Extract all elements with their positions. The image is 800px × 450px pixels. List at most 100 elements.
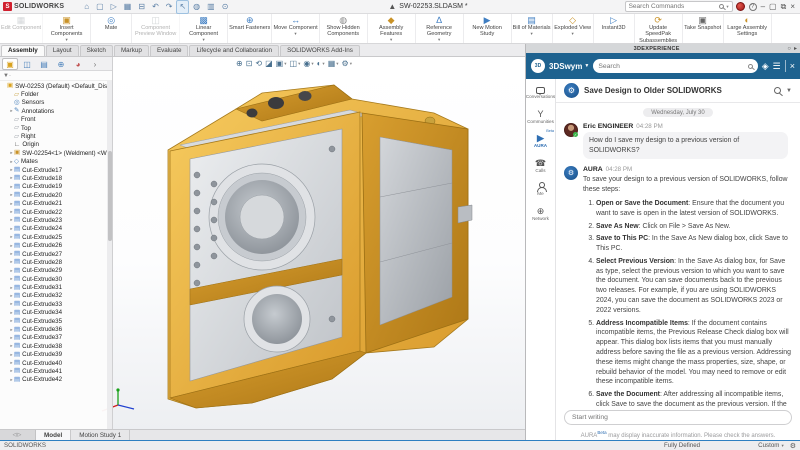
open-document-icon[interactable]: ▷ [108,0,120,14]
tree-item-cut-extrude23[interactable]: ▸▤Cut-Extrude23 [0,216,112,224]
tree-item-cut-extrude31[interactable]: ▸▤Cut-Extrude31 [0,283,112,291]
dimxpertmanager-tab[interactable]: ⊕ [53,58,69,70]
help-icon[interactable]: ? [749,3,757,11]
ribbon-button-linear-component-pattern[interactable]: ▩Linear Component Pattern▾ [180,14,228,43]
tree-item-cut-extrude41[interactable]: ▸▤Cut-Extrude41 [0,367,112,375]
ribbon-button-assembly-features[interactable]: ◆Assembly Features▾ [368,14,416,43]
unit-system-selector[interactable]: Custom ▾ [758,442,784,449]
tab-evaluate[interactable]: Evaluate [150,45,189,56]
tab-markup[interactable]: Markup [114,45,149,56]
redo-icon[interactable]: ↷ [163,0,176,14]
tree-item-cut-extrude27[interactable]: ▸▤Cut-Extrude27 [0,250,112,258]
rebuild-icon[interactable]: ◍ [190,0,203,14]
zoom-to-area-icon[interactable]: ⊡ [246,59,253,68]
expand-panel-tabs-icon[interactable]: › [87,58,103,70]
rail-item-conversations[interactable]: Conversations [526,87,555,100]
tab-lifecycle-and-collaboration[interactable]: Lifecycle and Collaboration [189,45,279,56]
rail-item-network[interactable]: ⊕Network [526,206,555,222]
rail-item-communities[interactable]: YCommunities [526,109,555,125]
tree-item-front[interactable]: ▱Front [0,116,112,124]
tree-scrollbar[interactable] [107,81,112,429]
hide-show-items-icon[interactable]: ◉▾ [303,59,313,68]
tree-item-cut-extrude34[interactable]: ▸▤Cut-Extrude34 [0,309,112,317]
tree-item-sw-02253-default-default-displ[interactable]: ▣SW-02253 (Default) <Default_Displ [0,82,112,90]
tree-item-cut-extrude28[interactable]: ▸▤Cut-Extrude28 [0,258,112,266]
tree-item-mates[interactable]: ▸◇Mates [0,158,112,166]
options-gear-icon[interactable]: ⚙ [790,442,796,450]
tree-item-cut-extrude35[interactable]: ▸▤Cut-Extrude35 [0,317,112,325]
tab-scroll-controls[interactable]: ◁▷ [0,430,36,440]
panel-undock-icon[interactable]: ○ [787,46,791,52]
panel-search-input[interactable] [598,63,744,70]
tree-item-sw-02254-1-weldment-w[interactable]: ▸▣SW-02254<1> (Weldment) <W [0,149,112,157]
edit-appearance-icon[interactable]: ◐▾ [317,59,325,68]
tree-item-cut-extrude20[interactable]: ▸▤Cut-Extrude20 [0,191,112,199]
zoom-to-fit-icon[interactable]: ⊕ [236,59,243,68]
user-avatar[interactable] [736,2,745,11]
tree-item-cut-extrude33[interactable]: ▸▤Cut-Extrude33 [0,300,112,308]
tree-item-cut-extrude38[interactable]: ▸▤Cut-Extrude38 [0,342,112,350]
ribbon-button-bill-of-materials[interactable]: ▤Bill of Materials▾ [512,14,553,43]
tab-sketch[interactable]: Sketch [80,45,113,56]
panel-close-icon[interactable]: × [790,61,795,71]
message-list[interactable]: Wednesday, July 30 Eric ENGINEER04:28 PM… [556,103,800,408]
section-view-icon[interactable]: ◪ [265,59,273,68]
configurationmanager-tab[interactable]: ▤ [36,58,52,70]
ribbon-button-smart-fasteners[interactable]: ⊕Smart Fasteners [228,14,272,43]
tab-assembly[interactable]: Assembly [1,45,45,56]
apply-scene-icon[interactable]: ▦▾ [328,59,339,68]
tab-layout[interactable]: Layout [46,45,79,56]
tree-item-cut-extrude18[interactable]: ▸▤Cut-Extrude18 [0,174,112,182]
save-icon[interactable]: ▦ [121,0,135,14]
display-style-icon[interactable]: ◫▾ [290,59,301,68]
search-dropdown-icon[interactable]: ▾ [726,4,728,10]
command-search[interactable]: ▾ [625,1,733,12]
tree-item-cut-extrude25[interactable]: ▸▤Cut-Extrude25 [0,233,112,241]
tree-item-cut-extrude21[interactable]: ▸▤Cut-Extrude21 [0,199,112,207]
ribbon-button-instant3d[interactable]: ▷Instant3D [594,14,635,43]
panel-search[interactable] [593,59,757,73]
new-document-icon[interactable]: ▢ [93,0,107,14]
ribbon-button-update-speedpak-subassemblies[interactable]: ⟳Update SpeedPak Subassemblies [635,14,683,43]
tree-item-cut-extrude37[interactable]: ▸▤Cut-Extrude37 [0,334,112,342]
tree-item-cut-extrude36[interactable]: ▸▤Cut-Extrude36 [0,325,112,333]
tab-model[interactable]: Model [36,430,71,440]
tab-motion-study-1[interactable]: Motion Study 1 [71,430,130,440]
ribbon-button-take-snapshot[interactable]: ▣Take Snapshot [683,14,724,43]
tree-item-cut-extrude32[interactable]: ▸▤Cut-Extrude32 [0,292,112,300]
display-settings-icon[interactable]: ▥ [204,0,218,14]
tab-solidworks-add-ins[interactable]: SOLIDWORKS Add-Ins [280,45,360,56]
featuremanager-tree-tab[interactable]: ▣ [2,58,18,70]
ribbon-button-new-motion-study[interactable]: ▶New Motion Study [464,14,512,43]
view-settings-icon[interactable]: ⚙▾ [342,59,352,68]
tree-item-origin[interactable]: ∟Origin [0,141,112,149]
tree-item-cut-extrude30[interactable]: ▸▤Cut-Extrude30 [0,275,112,283]
tree-item-cut-extrude29[interactable]: ▸▤Cut-Extrude29 [0,267,112,275]
ribbon-button-move-component[interactable]: ↔Move Component▾ [272,14,319,43]
tree-item-cut-extrude42[interactable]: ▸▤Cut-Extrude42 [0,376,112,384]
rail-item-aura[interactable]: ▶BetaAURA [526,133,555,149]
ribbon-button-large-assembly-settings[interactable]: ◐Large Assembly Settings [724,14,772,43]
tree-item-top[interactable]: ▱Top [0,124,112,132]
tree-item-cut-extrude40[interactable]: ▸▤Cut-Extrude40 [0,359,112,367]
command-search-input[interactable] [629,3,718,10]
select-tool-icon[interactable]: ↖ [176,0,189,14]
eric-avatar[interactable] [564,123,578,137]
tree-item-cut-extrude19[interactable]: ▸▤Cut-Extrude19 [0,183,112,191]
previous-view-icon[interactable]: ⟲ [255,59,262,68]
ribbon-button-mate[interactable]: ◎Mate [91,14,132,43]
tree-item-cut-extrude39[interactable]: ▸▤Cut-Extrude39 [0,351,112,359]
tree-item-folder[interactable]: ▱Folder [0,90,112,98]
tree-item-cut-extrude24[interactable]: ▸▤Cut-Extrude24 [0,225,112,233]
aura-avatar-icon[interactable]: ⚙ [564,166,578,180]
rail-item-calls[interactable]: ☎Calls [526,158,555,174]
undo-icon[interactable]: ↶ [149,0,162,14]
options-icon[interactable]: ⊙ [219,0,232,14]
tag-icon[interactable]: ◈ [762,61,769,72]
view-orientation-icon[interactable]: ▣▾ [276,59,287,68]
workspace-selector[interactable]: 3DSwym ▼ [549,62,589,71]
tree-item-annotations[interactable]: ▸✎Annotations [0,107,112,115]
tree-item-cut-extrude17[interactable]: ▸▤Cut-Extrude17 [0,166,112,174]
propertymanager-tab[interactable]: ◫ [19,58,35,70]
tree-item-cut-extrude26[interactable]: ▸▤Cut-Extrude26 [0,241,112,249]
